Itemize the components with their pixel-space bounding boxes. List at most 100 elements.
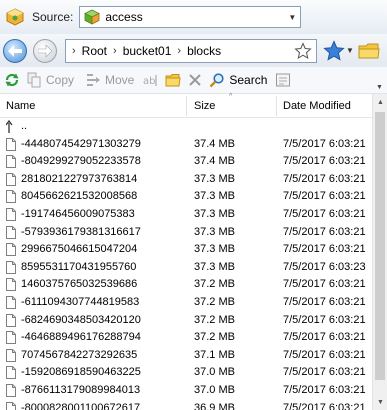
file-row[interactable]: -8049299279052233578 37.4 MB 7/5/2017 6:03… bbox=[0, 153, 372, 171]
file-row[interactable]: -4448074542971303279 37.4 MB 7/5/2017 6:03… bbox=[0, 136, 372, 154]
file-icon bbox=[6, 190, 16, 204]
file-row[interactable]: -8000828001100672617 36.9 MB 7/5/2017 6:03… bbox=[0, 400, 372, 410]
chevron-right-icon: › bbox=[113, 44, 117, 57]
search-button[interactable]: Search bbox=[209, 69, 267, 91]
refresh-button[interactable] bbox=[4, 69, 20, 91]
refresh-icon bbox=[5, 73, 19, 87]
back-button[interactable] bbox=[3, 38, 27, 63]
file-date-modified: 7/5/2017 6:03:21 bbox=[283, 401, 366, 410]
file-date-modified: 7/5/2017 6:03:21 bbox=[283, 207, 366, 220]
breadcrumb-label: Root bbox=[81, 43, 108, 58]
parent-folder-label: .. bbox=[21, 120, 28, 132]
file-size: 37.3 MB bbox=[194, 190, 235, 203]
file-size: 37.3 MB bbox=[194, 260, 235, 273]
file-icon bbox=[6, 137, 16, 151]
file-row[interactable]: 2996675046615047204 37.3 MB 7/5/2017 6:03:… bbox=[0, 241, 372, 259]
scroll-down-icon[interactable]: ▼ bbox=[373, 394, 387, 410]
favorites-dropdown-icon[interactable]: ▼ bbox=[346, 46, 354, 55]
breadcrumb-item-bucket[interactable]: bucket01 › bbox=[123, 40, 187, 62]
close-icon bbox=[189, 74, 202, 86]
copy-label: Copy bbox=[46, 73, 75, 87]
copy-icon bbox=[27, 72, 41, 88]
file-icon bbox=[6, 243, 16, 257]
folder-icon[interactable] bbox=[358, 42, 380, 60]
file-icon bbox=[6, 313, 16, 327]
file-row[interactable]: -5793936179381316617 37.3 MB 7/5/2017 6:03… bbox=[0, 224, 372, 242]
file-icon bbox=[6, 383, 16, 397]
file-size: 37.3 MB bbox=[194, 207, 235, 220]
file-date-modified: 7/5/2017 6:03:21 bbox=[283, 366, 366, 379]
arrow-right-icon bbox=[38, 44, 52, 57]
rename-icon: ab bbox=[143, 75, 157, 87]
file-row[interactable]: 8045662621532008568 37.3 MB 7/5/2017 6:03:… bbox=[0, 188, 372, 206]
file-icon bbox=[6, 172, 16, 186]
chevron-down-icon[interactable]: ▼ bbox=[284, 7, 300, 27]
file-row[interactable]: -1592086918590463225 37.0 MB 7/5/2017 6:03… bbox=[0, 364, 372, 382]
file-size: 37.1 MB bbox=[194, 348, 235, 361]
delete-button[interactable] bbox=[187, 69, 203, 91]
toolbar: Copy Move ab Search bbox=[0, 67, 387, 94]
file-date-modified: 7/5/2017 6:03:23 bbox=[283, 260, 366, 273]
copy-button[interactable]: Copy bbox=[26, 69, 74, 91]
file-row[interactable]: 7074567842273292635 37.1 MB 7/5/2017 6:03:… bbox=[0, 347, 372, 365]
column-name[interactable]: Name bbox=[6, 100, 35, 112]
column-size[interactable]: Size bbox=[194, 100, 215, 112]
scroll-up-icon[interactable]: ▲ bbox=[373, 94, 387, 110]
breadcrumb[interactable]: › Root › bucket01 › blocks bbox=[65, 38, 317, 63]
source-value: access bbox=[105, 10, 143, 24]
file-size: 37.2 MB bbox=[194, 313, 235, 326]
file-date-modified: 7/5/2017 6:03:21 bbox=[283, 225, 366, 238]
column-divider[interactable] bbox=[276, 96, 277, 116]
navigation-bar: › Root › bucket01 › blocks ▼ bbox=[0, 34, 387, 67]
column-date-modified[interactable]: Date Modified bbox=[283, 100, 351, 112]
forward-button[interactable] bbox=[33, 38, 57, 63]
file-row[interactable]: -611109430774481958​3 37.2 MB 7/5/2017 6:0… bbox=[0, 294, 372, 312]
sort-arrow-icon: ^ bbox=[229, 93, 233, 100]
file-name: 1460375765032539686 bbox=[21, 278, 138, 291]
file-row[interactable]: -8766113179089984013 37.0 MB 7/5/2017 6:03… bbox=[0, 382, 372, 400]
file-icon bbox=[6, 155, 16, 169]
favorites-star-icon[interactable] bbox=[323, 39, 345, 62]
file-name: -8000828001100672617 bbox=[21, 401, 141, 410]
file-row[interactable]: -191746456009075383 37.3 MB 7/5/2017 6:03:… bbox=[0, 206, 372, 224]
breadcrumb-root-chevron[interactable]: › bbox=[66, 40, 82, 62]
new-folder-button[interactable] bbox=[165, 69, 181, 91]
toolbar-scroll-down-icon[interactable]: ▼ bbox=[376, 84, 383, 91]
scrollbar-thumb[interactable] bbox=[375, 112, 385, 380]
file-date-modified: 7/5/2017 6:03:21 bbox=[283, 243, 366, 256]
column-divider[interactable] bbox=[186, 96, 187, 116]
move-button[interactable]: Move bbox=[85, 69, 134, 91]
file-row[interactable]: -4646889496176288794 37.2 MB 7/5/2017 6:03… bbox=[0, 329, 372, 347]
source-bar: Source: access ▼ bbox=[0, 0, 387, 34]
bookmark-star-icon[interactable] bbox=[294, 41, 312, 60]
file-row[interactable]: 859553117043195576​0 37.3 MB 7/5/2017 6:03… bbox=[0, 259, 372, 277]
source-select[interactable]: access ▼ bbox=[79, 6, 302, 28]
new-folder-icon bbox=[165, 74, 181, 87]
bucket-icon bbox=[84, 9, 101, 25]
breadcrumb-item-blocks[interactable]: blocks bbox=[187, 40, 221, 62]
file-date-modified: 7/5/2017 6:03:21 bbox=[283, 348, 366, 361]
file-row[interactable]: 2818021227973763814 37.3 MB 7/5/2017 6:03:… bbox=[0, 171, 372, 189]
rename-button[interactable]: ab bbox=[143, 69, 159, 91]
file-date-modified: 7/5/2017 6:03:21 bbox=[283, 331, 366, 344]
file-size: 36.9 MB bbox=[194, 401, 235, 410]
properties-icon bbox=[276, 73, 291, 87]
file-name: -1592086918590463225 bbox=[21, 366, 141, 379]
breadcrumb-item-root[interactable]: Root › bbox=[82, 40, 123, 62]
file-icon bbox=[6, 295, 16, 309]
file-icon bbox=[6, 401, 16, 410]
file-row[interactable]: -6824690348503420120 37.2 MB 7/5/2017 6:03… bbox=[0, 312, 372, 330]
arrow-left-icon bbox=[8, 44, 22, 57]
file-row[interactable]: 1460375765032539686 37.2 MB 7/5/2017 6:03:… bbox=[0, 276, 372, 294]
file-size: 37.0 MB bbox=[194, 366, 235, 379]
file-date-modified: 7/5/2017 6:03:21 bbox=[283, 137, 366, 150]
properties-button[interactable] bbox=[275, 69, 291, 91]
app-logo-icon bbox=[6, 8, 24, 26]
search-label: Search bbox=[229, 73, 268, 87]
file-size: 37.0 MB bbox=[194, 383, 235, 396]
vertical-scrollbar[interactable]: ▲ ▼ bbox=[372, 94, 387, 410]
file-size: 37.4 MB bbox=[194, 155, 235, 168]
svg-text:ab: ab bbox=[143, 76, 155, 87]
file-icon bbox=[6, 348, 16, 362]
parent-folder-row[interactable]: .. bbox=[0, 118, 372, 136]
